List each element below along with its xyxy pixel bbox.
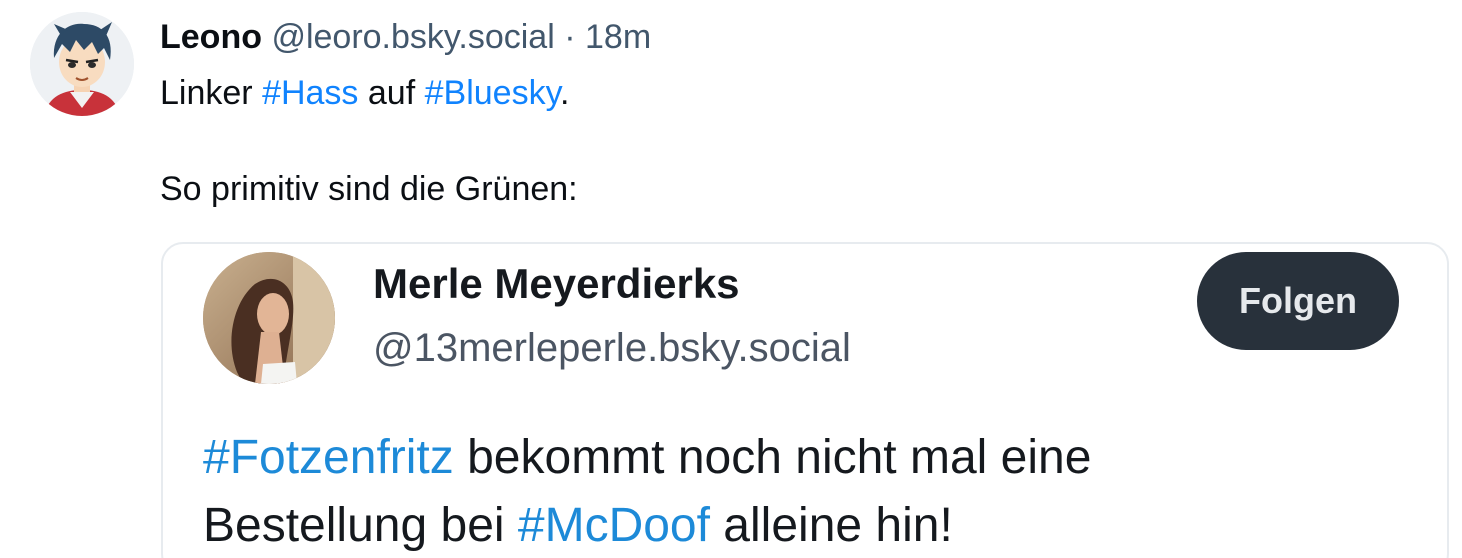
post-text-line-1: Linker #Hass auf #Bluesky. <box>160 70 578 116</box>
follow-button[interactable]: Folgen <box>1197 252 1399 350</box>
post-text-line-2: So primitiv sind die Grünen: <box>160 170 578 208</box>
post-text: Linker #Hass auf #Bluesky. So primitiv s… <box>160 70 578 212</box>
profile-photo <box>203 252 335 384</box>
post-timestamp[interactable]: 18m <box>585 18 651 56</box>
post-text-suffix: . <box>560 74 570 112</box>
hashtag-mcdoof-link[interactable]: #McDoof <box>518 499 710 552</box>
embed-author-handle[interactable]: @13merleperle.bsky.social <box>373 326 851 371</box>
author-name[interactable]: Leono <box>160 18 262 56</box>
embed-text-line-2-suffix: alleine hin! <box>709 499 953 552</box>
post-text-middle: auf <box>358 74 425 112</box>
embed-text-line-2: Bestellung bei #McDoof alleine hin! <box>203 492 1091 558</box>
embed-post-text: #Fotzenfritz bekommt noch nicht mal eine… <box>203 424 1091 558</box>
header-separator: · <box>564 18 576 56</box>
hashtag-fotzenfritz-link[interactable]: #Fotzenfritz <box>203 431 454 484</box>
embed-text-line-1: #Fotzenfritz bekommt noch nicht mal eine <box>203 424 1091 492</box>
hashtag-bluesky-link[interactable]: #Bluesky <box>425 74 560 112</box>
anime-avatar-icon <box>30 12 134 116</box>
embedded-post-card[interactable]: Merle Meyerdierks @13merleperle.bsky.soc… <box>161 242 1449 558</box>
embed-text-line-2-prefix: Bestellung bei <box>203 499 518 552</box>
hashtag-hass-link[interactable]: #Hass <box>262 74 358 112</box>
embed-text-line-1-rest: bekommt noch nicht mal eine <box>453 431 1092 484</box>
post-header: Leono @leoro.bsky.social · 18m <box>160 14 651 60</box>
author-handle[interactable]: @leoro.bsky.social <box>271 18 554 56</box>
author-avatar[interactable] <box>30 12 134 116</box>
embed-author-name[interactable]: Merle Meyerdierks <box>373 260 740 308</box>
post-text-prefix: Linker <box>160 74 263 112</box>
embed-author-avatar[interactable] <box>203 252 335 384</box>
post: Leono @leoro.bsky.social · 18m Linker #H… <box>0 0 1462 558</box>
